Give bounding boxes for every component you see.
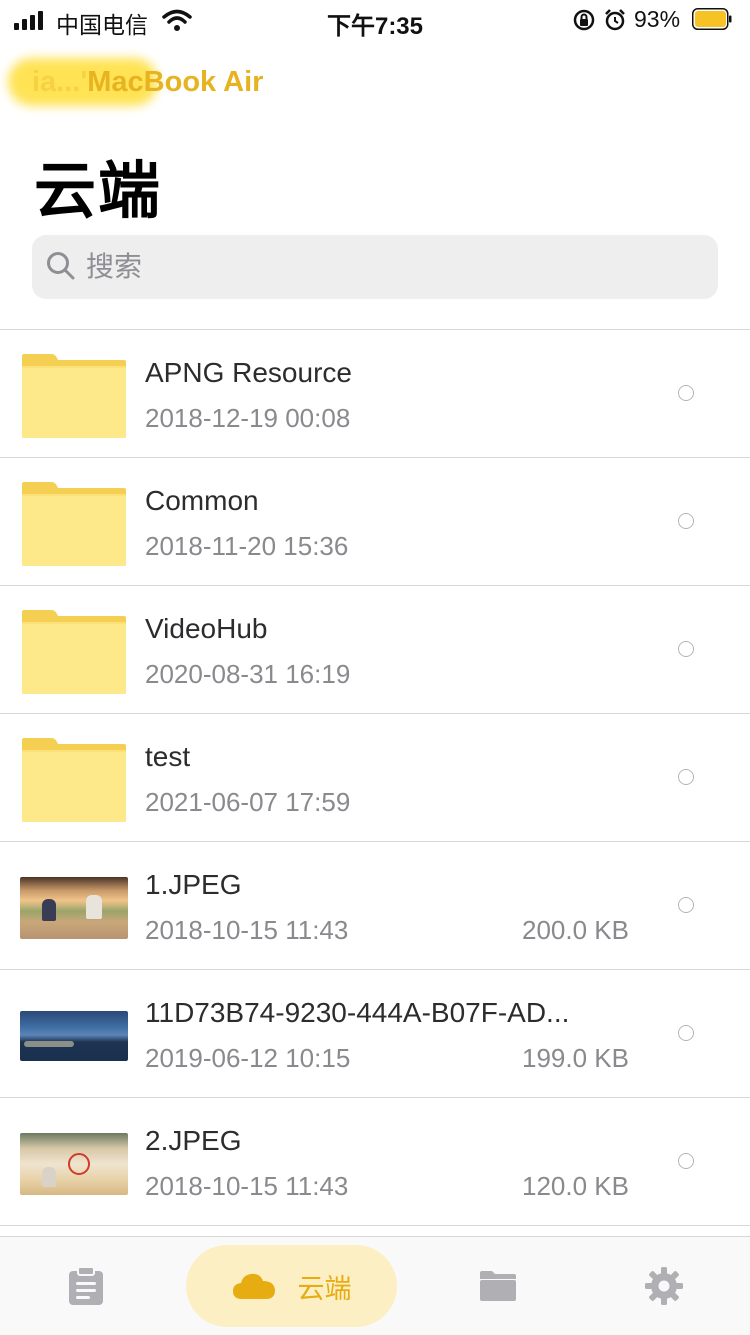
select-checkbox[interactable] <box>678 1025 694 1041</box>
file-date: 2018-11-20 15:36 <box>145 531 349 561</box>
file-name: Common <box>145 485 259 516</box>
status-bar: 中国电信 下午7:35 93% <box>0 0 750 40</box>
file-name: 1.JPEG <box>145 869 242 900</box>
list-item[interactable]: test 2021-06-07 17:59 <box>0 713 750 841</box>
tab-bar: 云端 <box>0 1236 750 1335</box>
file-date: 2019-06-12 10:15 <box>145 1043 351 1073</box>
select-checkbox[interactable] <box>678 641 694 657</box>
clipboard-icon <box>69 1266 103 1305</box>
file-name: 2.JPEG <box>145 1125 242 1156</box>
page-title: 云端 <box>34 157 163 226</box>
list-item[interactable]: 2.JPEG 2018-10-15 11:43 120.0 KB <box>0 1097 750 1226</box>
tab-files[interactable] <box>448 1237 548 1335</box>
select-checkbox[interactable] <box>678 769 694 785</box>
orientation-lock-icon <box>573 9 595 31</box>
file-list: APNG Resource 2018-12-19 00:08 Common 20… <box>0 329 750 1226</box>
select-checkbox[interactable] <box>678 385 694 401</box>
file-name: test <box>145 741 191 772</box>
folder-icon <box>22 610 126 694</box>
list-item[interactable]: VideoHub 2020-08-31 16:19 <box>0 585 750 713</box>
tab-cloud[interactable]: 云端 <box>186 1245 397 1327</box>
folder-icon <box>22 738 126 822</box>
search-bar[interactable] <box>32 235 718 299</box>
folder-icon <box>22 482 126 566</box>
tab-clipboard[interactable] <box>36 1237 136 1335</box>
folder-icon <box>22 354 126 438</box>
file-date: 2018-12-19 00:08 <box>145 403 351 433</box>
file-size: 120.0 KB <box>522 1171 629 1201</box>
search-input[interactable] <box>86 245 686 289</box>
file-size: 200.0 KB <box>522 915 629 945</box>
carrier-label: 中国电信 <box>56 12 148 38</box>
file-date: 2021-06-07 17:59 <box>145 787 351 817</box>
file-date: 2018-10-15 11:43 <box>145 1171 349 1201</box>
device-name[interactable]: ia...'MacBook Air <box>32 66 263 99</box>
image-thumbnail <box>20 877 128 939</box>
wifi-icon <box>162 9 192 31</box>
gear-icon <box>645 1267 683 1305</box>
select-checkbox[interactable] <box>678 513 694 529</box>
file-size: 199.0 KB <box>522 1043 629 1073</box>
file-name: 11D73B74-9230-444A-B07F-AD... <box>145 997 570 1028</box>
image-thumbnail <box>20 1133 128 1195</box>
list-item[interactable]: 11D73B74-9230-444A-B07F-AD... 2019-06-12… <box>0 969 750 1097</box>
image-thumbnail <box>20 1011 128 1061</box>
tab-cloud-label: 云端 <box>297 1273 352 1304</box>
list-item[interactable]: APNG Resource 2018-12-19 00:08 <box>0 329 750 457</box>
file-name: VideoHub <box>145 613 268 644</box>
battery-percent: 93% <box>634 6 681 32</box>
select-checkbox[interactable] <box>678 1153 694 1169</box>
alarm-icon <box>605 9 625 31</box>
select-checkbox[interactable] <box>678 897 694 913</box>
cloud-icon <box>232 1273 275 1299</box>
file-date: 2020-08-31 16:19 <box>145 659 351 689</box>
list-item[interactable]: Common 2018-11-20 15:36 <box>0 457 750 585</box>
file-name: APNG Resource <box>145 357 352 388</box>
folder-icon <box>480 1271 516 1301</box>
tab-settings[interactable] <box>614 1237 714 1335</box>
search-icon <box>47 252 75 280</box>
file-date: 2018-10-15 11:43 <box>145 915 349 945</box>
list-item[interactable]: 1.JPEG 2018-10-15 11:43 200.0 KB <box>0 841 750 969</box>
battery-icon <box>692 8 732 30</box>
cellular-signal-icon <box>14 10 48 30</box>
